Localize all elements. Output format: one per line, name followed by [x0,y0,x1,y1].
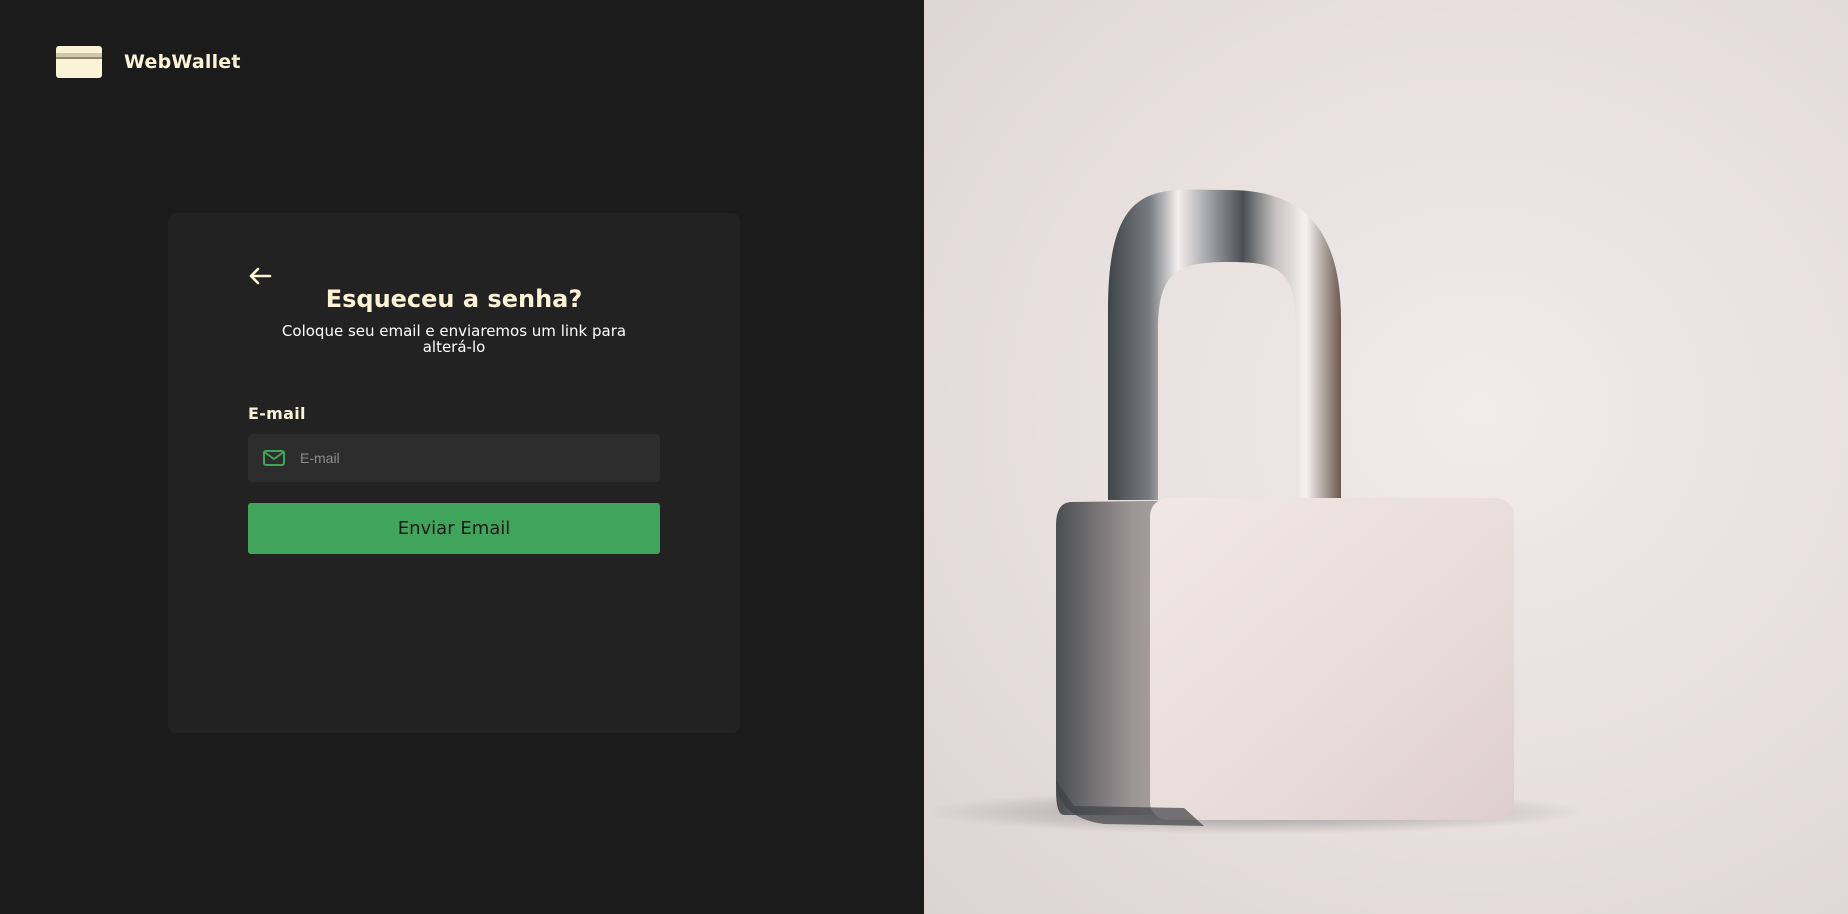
padlock-illustration [924,0,1848,914]
forgot-password-card: Esqueceu a senha? Coloque seu email e en… [168,213,740,733]
left-pane: WebWallet Esqueceu a senha? Coloque seu … [0,0,924,914]
page-title: Esqueceu a senha? [325,285,583,313]
arrow-left-icon [249,267,272,285]
email-input[interactable] [300,434,660,482]
send-email-button[interactable]: Enviar Email [248,503,660,554]
brand-name: WebWallet [124,51,241,73]
credit-card-icon [56,46,102,78]
email-label: E-mail [248,404,306,423]
email-field[interactable] [248,434,660,482]
brand-logo[interactable]: WebWallet [56,46,241,78]
mail-icon [262,448,286,468]
page-subtitle: Coloque seu email e enviaremos um link p… [281,322,627,356]
